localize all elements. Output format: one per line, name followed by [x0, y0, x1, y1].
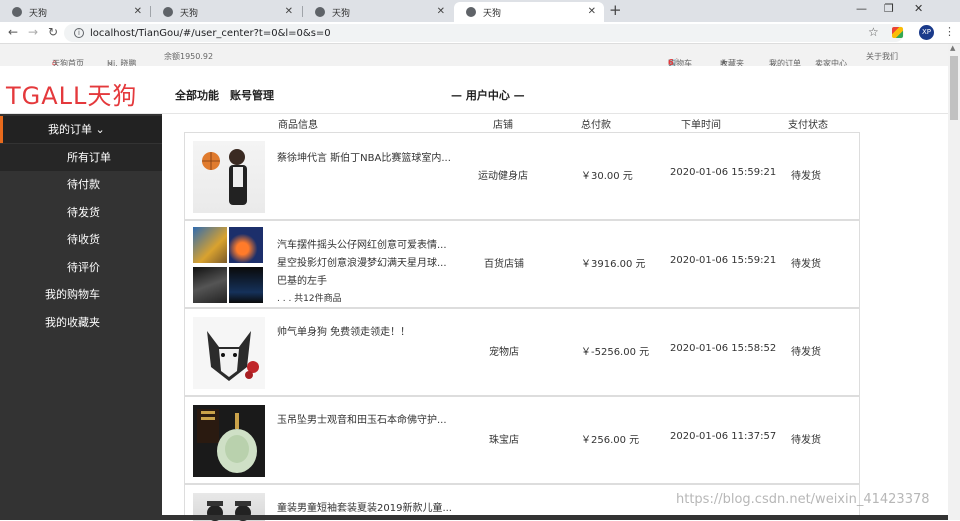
product-image-grid[interactable] [193, 227, 265, 303]
order-total: ￥30.00 元 [581, 171, 633, 182]
horizontal-scrollbar[interactable] [0, 515, 948, 520]
product-image[interactable] [193, 405, 265, 477]
product-image[interactable] [193, 267, 227, 303]
order-total: ￥3916.00 元 [581, 259, 646, 270]
product-name[interactable]: 巴基的左手 [277, 272, 327, 287]
product-image[interactable] [229, 227, 263, 263]
product-image[interactable] [193, 227, 227, 263]
browser-tab-active[interactable]: 天狗 ✕ [454, 2, 604, 22]
about-link[interactable]: 关于我们 [866, 51, 898, 62]
browser-tab[interactable]: 天狗 ✕ [151, 2, 301, 22]
reload-icon[interactable]: ↻ [48, 25, 58, 39]
new-tab-button[interactable]: + [609, 1, 622, 19]
column-header: 总付款 [581, 120, 611, 131]
product-image[interactable] [193, 141, 265, 213]
sidebar-item-my-orders[interactable]: 我的订单 ⌄ [0, 116, 162, 143]
order-row[interactable]: 玉吊坠男士观音和田玉石本命佛守护... 珠宝店 ￥256.00 元 2020-0… [184, 396, 860, 484]
page-title: — 用户中心 — [451, 89, 525, 102]
sidebar-item-pending-shipment[interactable]: 待发货 [0, 199, 162, 226]
nav-all-functions[interactable]: 全部功能 [175, 87, 219, 103]
product-name[interactable]: 汽车摆件摇头公仔网红创意可爱表情... [277, 236, 447, 251]
product-name[interactable]: 星空投影灯创意浪漫梦幻满天星月球... [277, 254, 447, 269]
browser-toolbar: ← → ↻ i localhost/TianGou/#/user_center?… [0, 22, 960, 44]
shop-name[interactable]: 宠物店 [489, 343, 519, 358]
scroll-up-icon[interactable]: ▲ [950, 44, 955, 52]
close-tab-icon[interactable]: ✕ [588, 6, 596, 17]
sidebar: 我的订单 ⌄ 所有订单 待付款 待发货 待收货 待评价 我的购物车 我的收藏夹 [0, 114, 162, 520]
close-tab-icon[interactable]: ✕ [134, 6, 142, 17]
column-header: 店铺 [493, 120, 513, 131]
shop-name[interactable]: 百货店铺 [484, 255, 524, 270]
column-header: 下单时间 [681, 120, 721, 131]
product-image[interactable] [193, 317, 265, 389]
info-icon[interactable]: i [74, 28, 84, 38]
order-time: 2020-01-06 11:37:57 [670, 431, 777, 442]
browser-menu-icon[interactable]: ⋮ [944, 25, 955, 38]
browser-tab[interactable]: 天狗 ✕ [0, 2, 150, 22]
payment-status: 待发货 [791, 259, 821, 270]
column-header: 支付状态 [788, 120, 828, 131]
sidebar-item-pending-payment[interactable]: 待付款 [0, 171, 162, 198]
sidebar-item-my-cart[interactable]: 我的购物车 [0, 281, 162, 308]
extension-icon[interactable] [892, 27, 903, 38]
url-text: localhost/TianGou/#/user_center?t=0&l=0&… [90, 27, 331, 39]
order-time: 2020-01-06 15:59:21 [670, 255, 777, 266]
shop-name[interactable]: 运动健身店 [478, 167, 528, 182]
site-header: TGALL天狗 全部功能 账号管理 — 用户中心 — [0, 66, 948, 114]
order-row[interactable]: 帅气单身狗 免费领走领走！！ 宠物店 ￥-5256.00 元 2020-01-0… [184, 308, 860, 396]
restore-icon[interactable]: ❐ [884, 2, 894, 15]
payment-status: 待发货 [791, 347, 821, 358]
profile-avatar[interactable]: XP [919, 25, 934, 40]
product-name[interactable]: 童装男童短袖套装夏装2019新款儿童... [277, 499, 452, 514]
close-tab-icon[interactable]: ✕ [437, 6, 445, 17]
payment-status: 待发货 [791, 171, 821, 182]
site-logo[interactable]: TGALL天狗 [6, 76, 137, 111]
nav-account-management[interactable]: 账号管理 [230, 87, 274, 103]
vertical-scrollbar[interactable]: ▲ [948, 44, 960, 520]
bookmark-star-icon[interactable]: ☆ [868, 25, 879, 39]
order-time: 2020-01-06 15:58:52 [670, 343, 777, 354]
more-products-text: . . . 共12件商品 [277, 294, 342, 304]
sidebar-item-pending-receipt[interactable]: 待收货 [0, 226, 162, 253]
sidebar-item-pending-review[interactable]: 待评价 [0, 254, 162, 281]
payment-status: 待发货 [791, 435, 821, 446]
globe-icon [163, 7, 173, 17]
orders-table-header: 商品信息 店铺 总付款 下单时间 支付状态 [162, 114, 948, 132]
order-total: ￥-5256.00 元 [581, 347, 650, 358]
address-bar[interactable]: i localhost/TianGou/#/user_center?t=0&l=… [64, 24, 904, 42]
back-icon[interactable]: ← [8, 25, 18, 39]
site-top-bar: ⌂ 天狗首页 Hi, 晓鹏 ⌄ 余额1950.92 🛒 购物车 6 ★ 收藏夹 我… [0, 44, 948, 68]
minimize-icon[interactable]: — [856, 2, 867, 15]
sidebar-item-my-favorites[interactable]: 我的收藏夹 [0, 309, 162, 336]
chevron-down-icon: ⌄ [95, 123, 105, 136]
shop-name[interactable]: 珠宝店 [489, 431, 519, 446]
sidebar-item-all-orders[interactable]: 所有订单 [0, 144, 162, 171]
browser-tab-bar: 天狗 ✕ 天狗 ✕ 天狗 ✕ 天狗 ✕ + — ❐ ✕ [0, 0, 960, 22]
watermark: https://blog.csdn.net/weixin_41423378 [676, 492, 930, 507]
product-name[interactable]: 蔡徐坤代言 斯伯丁NBA比赛篮球室内... [277, 149, 451, 164]
product-name[interactable]: 帅气单身狗 免费领走领走！！ [277, 323, 410, 338]
balance-text: 余额1950.92 [164, 52, 214, 61]
globe-icon [315, 7, 325, 17]
column-header: 商品信息 [278, 120, 318, 131]
product-name[interactable]: 玉吊坠男士观音和田玉石本命佛守护... [277, 411, 447, 426]
order-row[interactable]: 汽车摆件摇头公仔网红创意可爱表情... 星空投影灯创意浪漫梦幻满天星月球... … [184, 220, 860, 308]
scrollbar-thumb[interactable] [950, 56, 958, 120]
order-time: 2020-01-06 15:59:21 [670, 167, 777, 178]
window-close-icon[interactable]: ✕ [914, 2, 923, 15]
globe-icon [12, 7, 22, 17]
order-row[interactable]: 蔡徐坤代言 斯伯丁NBA比赛篮球室内... 运动健身店 ￥30.00 元 202… [184, 132, 860, 220]
close-tab-icon[interactable]: ✕ [285, 6, 293, 17]
product-image[interactable] [229, 267, 263, 303]
browser-tab[interactable]: 天狗 ✕ [303, 2, 453, 22]
globe-icon [466, 7, 476, 17]
forward-icon[interactable]: → [28, 25, 38, 39]
order-total: ￥256.00 元 [581, 435, 640, 446]
